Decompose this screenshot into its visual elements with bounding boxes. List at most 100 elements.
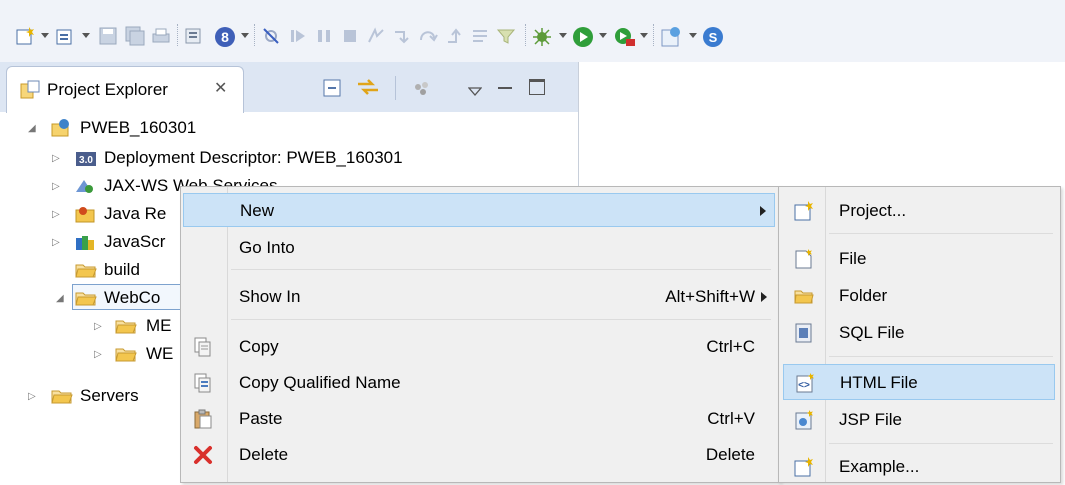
tree-item-label: Java Re xyxy=(104,204,167,223)
menu-item-label: Go Into xyxy=(239,238,295,257)
step-into-icon[interactable] xyxy=(392,26,412,51)
tree-item-deployment-descriptor[interactable]: ▷ 3.0 Deployment Descriptor: PWEB_160301 xyxy=(52,146,472,170)
delete-icon xyxy=(193,445,213,470)
paste-icon xyxy=(193,409,213,434)
resume-icon[interactable] xyxy=(288,26,308,51)
disconnect-icon[interactable] xyxy=(366,26,386,51)
new-wizard-icon[interactable] xyxy=(15,26,37,51)
new-file-icon xyxy=(793,248,815,275)
menu-item-copy[interactable]: Copy Ctrl+C xyxy=(183,330,775,364)
chevron-down-icon[interactable] xyxy=(559,33,567,38)
chevron-down-icon[interactable] xyxy=(640,33,648,38)
jsp-file-icon xyxy=(793,409,815,436)
chevron-down-icon[interactable] xyxy=(241,33,249,38)
save-all-icon[interactable] xyxy=(125,26,145,51)
chevron-down-icon[interactable] xyxy=(41,33,49,38)
menu-item-label: Delete xyxy=(239,445,289,464)
main-toolbar: 8 S xyxy=(0,0,1065,63)
submenu-item-file[interactable]: File xyxy=(783,241,1055,277)
print-icon[interactable] xyxy=(151,26,171,51)
chevron-down-icon[interactable] xyxy=(599,33,607,38)
run-icon[interactable] xyxy=(572,26,594,53)
collapsed-icon[interactable]: ▷ xyxy=(28,391,36,402)
example-icon xyxy=(793,456,815,483)
tree-item-build[interactable]: build xyxy=(52,258,182,282)
skip-breakpoints-icon[interactable] xyxy=(261,26,281,51)
svg-text:8: 8 xyxy=(221,29,229,45)
tree-item-project[interactable]: ◢ PWEB_160301 xyxy=(28,116,328,140)
submenu-item-label: JSP File xyxy=(839,410,902,429)
tree-item-label: ME xyxy=(146,316,172,335)
expanded-icon[interactable]: ◢ xyxy=(28,123,36,134)
link-with-editor-icon[interactable] xyxy=(356,76,380,103)
copy-icon xyxy=(193,337,213,362)
new-folder-icon xyxy=(793,285,815,312)
sql-file-icon xyxy=(793,322,815,349)
tab-project-explorer[interactable]: Project Explorer ✕ xyxy=(6,66,244,113)
submenu-item-label: HTML File xyxy=(840,373,918,392)
collapsed-icon[interactable]: ▷ xyxy=(94,321,102,332)
submenu-item-folder[interactable]: Folder xyxy=(783,278,1055,314)
web-browser-icon[interactable]: 8 xyxy=(214,26,236,53)
expanded-icon[interactable]: ◢ xyxy=(56,293,64,304)
collapsed-icon[interactable]: ▷ xyxy=(52,209,60,220)
open-type-icon[interactable] xyxy=(183,26,203,51)
menu-item-label: Copy xyxy=(239,337,279,356)
java-resources-icon xyxy=(74,204,96,229)
submenu-item-html-file[interactable]: <> HTML File xyxy=(783,364,1055,400)
new-submenu: Project... File Folder SQL File <> HTML … xyxy=(778,186,1061,483)
new-java-class-icon[interactable] xyxy=(660,26,682,53)
submenu-item-project[interactable]: Project... xyxy=(783,193,1055,229)
context-menu: New Go Into Show In Alt+Shift+W Copy Ctr… xyxy=(180,186,780,483)
menu-item-paste[interactable]: Paste Ctrl+V xyxy=(183,402,775,436)
maximize-icon[interactable] xyxy=(529,79,545,95)
chevron-down-icon[interactable] xyxy=(689,33,697,38)
menu-item-go-into[interactable]: Go Into xyxy=(183,231,775,265)
collapsed-icon[interactable]: ▷ xyxy=(52,153,60,164)
view-menu-icon[interactable] xyxy=(467,82,483,102)
tree-item-meta-inf[interactable]: ▷ ME xyxy=(94,314,184,338)
external-tools-icon[interactable] xyxy=(613,26,637,53)
terminate-icon[interactable] xyxy=(340,26,360,51)
filters-icon[interactable] xyxy=(412,79,432,104)
tree-item-javascript-resources[interactable]: ▷ JavaScr xyxy=(52,230,182,254)
step-return-icon[interactable] xyxy=(444,26,464,51)
menu-item-show-in[interactable]: Show In Alt+Shift+W xyxy=(183,280,775,314)
submenu-item-jsp-file[interactable]: JSP File xyxy=(783,402,1055,438)
tree-item-web-inf[interactable]: ▷ WE xyxy=(94,342,184,366)
svg-text:3.0: 3.0 xyxy=(79,155,93,166)
collapsed-icon[interactable]: ▷ xyxy=(52,237,60,248)
suspend-icon[interactable] xyxy=(314,26,334,51)
collapse-all-icon[interactable] xyxy=(322,78,342,103)
close-icon[interactable]: ✕ xyxy=(214,78,227,98)
copy-qualified-name-icon xyxy=(193,373,213,398)
folder-icon xyxy=(74,260,98,285)
menu-item-label: Show In xyxy=(239,287,301,306)
tree-item-label: JavaScr xyxy=(104,232,166,251)
use-step-filters-icon[interactable] xyxy=(496,26,518,51)
menu-item-delete[interactable]: Delete Delete xyxy=(183,438,775,472)
debug-icon[interactable] xyxy=(531,26,553,53)
step-over-icon[interactable] xyxy=(418,26,438,51)
menu-item-shortcut: Delete xyxy=(705,445,755,464)
javascript-resources-icon xyxy=(74,232,96,257)
server-start-icon[interactable]: S xyxy=(702,26,724,53)
save-icon[interactable] xyxy=(98,26,118,51)
minimize-icon[interactable] xyxy=(498,87,512,89)
tree-item-webcontent[interactable]: ◢ WebCo xyxy=(52,284,182,313)
submenu-item-label: File xyxy=(839,249,867,268)
folder-icon xyxy=(74,288,98,313)
chevron-down-icon[interactable] xyxy=(82,33,90,38)
new-server-icon[interactable] xyxy=(55,26,77,51)
tree-item-java-resources[interactable]: ▷ Java Re xyxy=(52,202,182,226)
drop-to-frame-icon[interactable] xyxy=(470,26,490,51)
submenu-item-example[interactable]: Example... xyxy=(783,449,1055,485)
folder-icon xyxy=(50,386,74,411)
menu-item-new[interactable]: New xyxy=(183,193,775,227)
menu-item-copy-qualified-name[interactable]: Copy Qualified Name xyxy=(183,366,775,400)
collapsed-icon[interactable]: ▷ xyxy=(52,181,60,192)
submenu-item-sql-file[interactable]: SQL File xyxy=(783,315,1055,351)
tree-item-label: PWEB_160301 xyxy=(80,118,197,137)
collapsed-icon[interactable]: ▷ xyxy=(94,349,102,360)
tree-item-servers[interactable]: ▷ Servers xyxy=(28,384,178,408)
